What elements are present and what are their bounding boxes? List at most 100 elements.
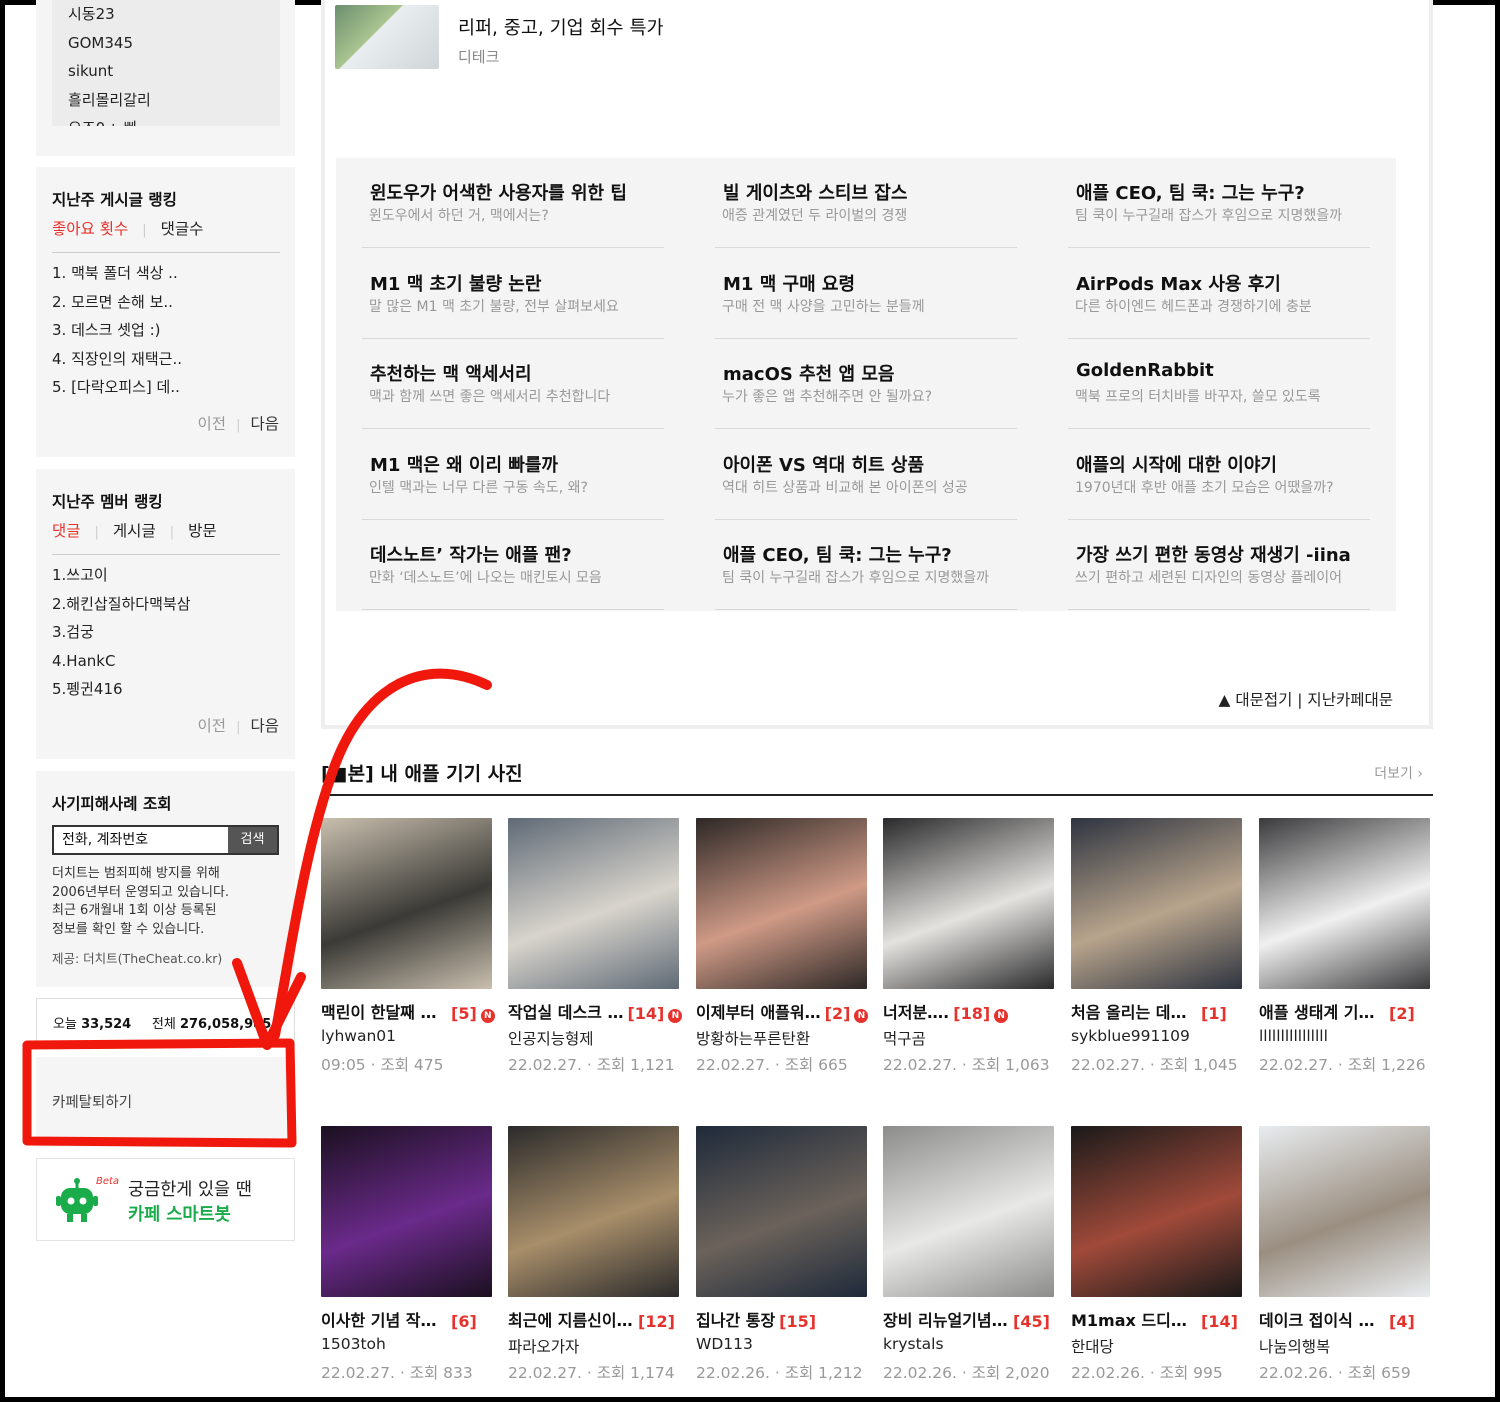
list-item[interactable]: 1.쓰고이 [52,561,191,590]
photo-card[interactable]: 장비 리뉴얼기념으… [45] krystals 22.02.26. · 조회 2,0… [883,1126,1054,1382]
photo-card[interactable]: 처음 올리는 데스크 …[1] sykblue991109 22.02.27. · … [1071,818,1242,1074]
photo-title-row[interactable]: 데이크 접이식 각도…[4] [1259,1307,1435,1331]
feature-item[interactable]: 애플 CEO, 팀 쿡: 그는 누구? 팀 쿡이 누구길래 잡스가 후임으로 지명… [1068,158,1370,248]
photo-author[interactable]: WD113 [696,1335,753,1353]
list-item[interactable]: 3. 데스크 셋업 :) [52,316,182,345]
photo-author[interactable]: 1503toh [321,1335,386,1353]
list-item[interactable]: 4. 직장인의 재택근.. [52,345,182,374]
feature-item[interactable]: M1 맥 초기 불량 논란 말 많은 M1 맥 초기 불량, 전부 살펴보세요 [362,249,664,339]
list-item[interactable]: 3.검궁 [52,618,191,647]
feature-item[interactable]: 추천하는 맥 액세서리 맥과 함께 쓰면 좋은 액세서리 추천합니다 [362,339,664,429]
photo-card[interactable]: 애플 생태계 기본 세팅[2] llllllllllllllll 22.02.27.… [1259,818,1430,1074]
member-item[interactable]: 흘리몰리갈리 [68,86,280,115]
photo-card[interactable]: 맥린이 한달째 적… [5] Nlyhwan01 09:05 · 조회 475 [321,818,495,1074]
photo-thumbnail[interactable] [1071,1126,1242,1297]
tab-posts[interactable]: 게시글 [113,522,156,540]
fraud-search-input[interactable] [54,827,230,853]
feature-item[interactable]: 빌 게이츠와 스티브 잡스 애증 관계였던 두 라이벌의 경쟁 [715,158,1017,248]
photo-title-row[interactable]: 최근에 지름신이와… [12] [508,1307,684,1331]
photo-thumbnail[interactable] [1071,818,1242,989]
top-item-title[interactable]: 리퍼, 중고, 기업 회수 특가 [458,14,664,40]
member-item[interactable]: GOM345 [68,29,280,58]
list-item[interactable]: 2.해킨삽질하다맥북삼 [52,590,191,619]
photo-author[interactable]: 먹구곰 [883,1027,926,1049]
member-list[interactable]: 시동23GOM345sikunt흘리몰리갈리으즈0 ㄴ빠 [52,0,280,126]
photo-card[interactable]: 작업실 데스크 … [14] N 인공지능형제 22.02.27. · 조회 1,121 [508,818,683,1074]
feature-item[interactable]: GoldenRabbit 맥북 프로의 터치바를 바꾸자, 쓸모 있도록 [1068,339,1370,429]
photo-thumbnail[interactable] [1259,818,1430,989]
photo-title-row[interactable]: 너저분…. [18] N [883,999,1059,1023]
feature-item[interactable]: M1 맥 구매 요령 구매 전 맥 사양을 고민하는 분들께 [715,249,1017,339]
next-button[interactable]: 다음 [250,415,279,433]
list-item[interactable]: 5. [다락오피스] 데.. [52,373,182,402]
list-item[interactable]: 2. 모르면 손해 보.. [52,288,182,317]
photo-thumbnail[interactable] [321,818,492,989]
next-button[interactable]: 다음 [250,717,279,735]
fold-link[interactable]: ▲ 대문접기 | 지난카페대문 [1218,688,1393,710]
photo-card[interactable]: 이사한 기념 작업실…[6] 1503toh 22.02.27. · 조회 833 [321,1126,492,1382]
photo-card[interactable]: 너저분…. [18] N 먹구곰 22.02.27. · 조회 1,063 [883,818,1054,1074]
feature-item[interactable]: 아이폰 VS 역대 히트 상품 역대 히트 상품과 비교해 본 아이폰의 성공 [715,430,1017,520]
photo-title-row[interactable]: 이제부터 애플워… [2] N [696,999,872,1023]
member-item[interactable]: 으즈0 ㄴ빠 [68,114,280,126]
photo-thumbnail[interactable] [883,818,1054,989]
photo-author[interactable]: krystals [883,1335,944,1353]
list-item[interactable]: 5.펭귄416 [52,675,191,704]
photo-title-row[interactable]: 작업실 데스크 … [14] N [508,999,684,1023]
photo-title-row[interactable]: M1max 드디어 도…[14] [1071,1307,1247,1331]
fraud-search-button[interactable]: 검색 [228,827,277,853]
member-item[interactable]: 시동23 [68,0,280,29]
photo-thumbnail[interactable] [696,818,867,989]
photo-title-row[interactable]: 처음 올리는 데스크 …[1] [1071,999,1247,1023]
fraud-source-link[interactable]: 제공: 더치트(TheCheat.co.kr) [52,948,222,967]
tab-likes[interactable]: 좋아요 횟수 [52,220,128,238]
photo-author[interactable]: 나눔의행복 [1259,1335,1330,1357]
prev-button[interactable]: 이전 [198,717,227,735]
section-title[interactable]: [■본] 내 애플 기기 사진 [321,759,523,786]
photo-title-row[interactable]: 집나간 통장 [15] [696,1307,872,1331]
photo-card[interactable]: 최근에 지름신이와… [12] 파라오가자 22.02.27. · 조회 1,174 [508,1126,679,1382]
list-item[interactable]: 1. 맥북 폴더 색상 .. [52,259,182,288]
photo-title-row[interactable]: 애플 생태계 기본 세팅[2] [1259,999,1435,1023]
photo-card[interactable]: 집나간 통장 [15] WD113 22.02.26. · 조회 1,212 [696,1126,867,1382]
photo-author[interactable]: 방황하는푸른탄환 [696,1027,810,1049]
feature-item[interactable]: macOS 추천 앱 모음 누가 좋은 앱 추천해주면 안 될까요? [715,339,1017,429]
more-link[interactable]: 더보기 › [1374,763,1423,783]
photo-title: 작업실 데스크 … [508,1003,624,1022]
photo-title-row[interactable]: 이사한 기념 작업실…[6] [321,1307,497,1331]
photo-title-row[interactable]: 장비 리뉴얼기념으… [45] [883,1307,1059,1331]
member-item[interactable]: sikunt [68,57,280,86]
photo-thumbnail[interactable] [508,1126,679,1297]
feature-item[interactable]: 윈도우가 어색한 사용자를 위한 팁 윈도우에서 하던 거, 맥에서는? [362,158,664,248]
feature-item[interactable]: 가장 쓰기 편한 동영상 재생기 -iina 쓰기 편하고 세련된 디자인의 동영… [1068,520,1370,610]
photo-thumbnail[interactable] [321,1126,492,1297]
photo-author[interactable]: 파라오가자 [508,1335,579,1357]
tab-comments[interactable]: 댓글 [52,522,81,540]
photo-thumbnail[interactable] [883,1126,1054,1297]
feature-item[interactable]: 데스노트’ 작가는 애플 팬? 만화 ‘데스노트’에 나오는 매킨토시 모음 [362,520,664,610]
prev-button[interactable]: 이전 [198,415,227,433]
leave-cafe-link[interactable]: 카페탈퇴하기 [52,1091,132,1112]
smartbot-banner[interactable]: Beta 궁금한게 있을 땐 카페 스마트봇 [36,1158,295,1241]
tab-visits[interactable]: 방문 [188,522,217,540]
photo-author[interactable]: lyhwan01 [321,1027,396,1045]
photo-author[interactable]: 인공지능형제 [508,1027,594,1049]
photo-author[interactable]: 한대당 [1071,1335,1114,1357]
photo-thumbnail[interactable] [1259,1126,1430,1297]
photo-card[interactable]: M1max 드디어 도…[14] 한대당 22.02.26. · 조회 995 [1071,1126,1242,1382]
photo-card[interactable]: 데이크 접이식 각도…[4] 나눔의행복 22.02.26. · 조회 659 [1259,1126,1430,1382]
photo-title-row[interactable]: 맥린이 한달째 적… [5] N [321,999,497,1023]
product-thumbnail[interactable] [335,5,439,69]
feature-item[interactable]: 애플 CEO, 팀 쿡: 그는 누구? 팀 쿡이 누구길래 잡스가 후임으로 지명… [715,520,1017,610]
feature-item[interactable]: 애플의 시작에 대한 이야기 1970년대 후반 애플 초기 모습은 어땠을까? [1068,430,1370,520]
photo-author[interactable]: sykblue991109 [1071,1027,1190,1045]
feature-item[interactable]: AirPods Max 사용 후기 다른 하이엔드 헤드폰과 경쟁하기에 충분 [1068,249,1370,339]
photo-card[interactable]: 이제부터 애플워… [2] N 방황하는푸른탄환 22.02.27. · 조회 665 [696,818,869,1074]
list-item[interactable]: 4.HankC [52,647,191,676]
photo-thumbnail[interactable] [696,1126,867,1297]
photo-author[interactable]: llllllllllllllll [1259,1027,1328,1045]
photo-thumbnail[interactable] [508,818,679,989]
feature-item[interactable]: M1 맥은 왜 이리 빠를까 인텔 맥과는 너무 다른 구동 속도, 왜? [362,430,664,520]
tab-comments[interactable]: 댓글수 [161,220,204,238]
new-badge: N [668,1009,683,1023]
